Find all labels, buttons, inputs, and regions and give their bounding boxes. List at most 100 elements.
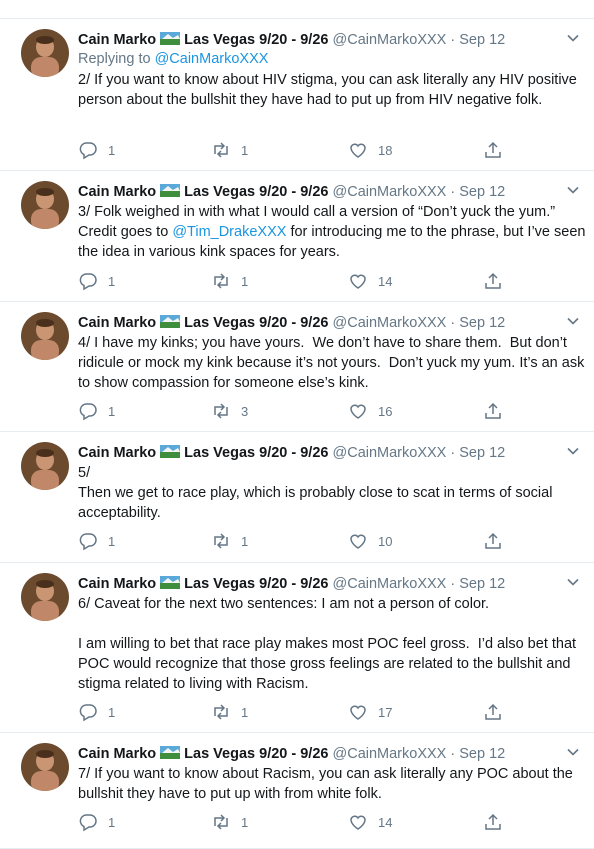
like-count: 14 — [378, 273, 393, 289]
reply-button[interactable]: 1 — [78, 812, 115, 832]
display-name[interactable]: Cain Marko — [78, 445, 156, 461]
tweet-actions: 1 1 14 — [78, 812, 508, 834]
tweet-text: 4/ I have my kinks; you have yours. We d… — [78, 335, 589, 391]
share-icon — [485, 272, 501, 289]
user-handle[interactable]: @CainMarkoXXX — [333, 184, 447, 200]
tweet-4[interactable]: Cain Marko Las Vegas 9/20 - 9/26 @CainMar… — [0, 302, 594, 432]
tweet-date[interactable]: Sep 12 — [459, 32, 505, 48]
chevron-down-icon[interactable] — [566, 183, 580, 197]
reply-button[interactable]: 1 — [78, 702, 115, 722]
like-count: 17 — [378, 704, 393, 720]
retweet-icon — [214, 704, 228, 720]
share-button[interactable] — [483, 401, 503, 421]
chevron-down-icon[interactable] — [566, 444, 580, 458]
tweet-header: Cain Marko Las Vegas 9/20 - 9/26 @CainMar… — [78, 575, 580, 593]
tweet-header: Cain Marko Las Vegas 9/20 - 9/26 @CainMar… — [78, 31, 580, 49]
tweet-text: 7/ If you want to know about Racism, you… — [78, 766, 577, 802]
retweet-button[interactable]: 1 — [211, 702, 248, 722]
separator-dot: · — [450, 746, 456, 762]
display-name[interactable]: Cain Marko — [78, 576, 156, 592]
like-count: 18 — [378, 142, 393, 158]
display-name[interactable]: Cain Marko — [78, 32, 156, 48]
chevron-down-icon[interactable] — [566, 31, 580, 45]
tweet-date[interactable]: Sep 12 — [459, 184, 505, 200]
heart-icon — [350, 404, 366, 419]
tweet-2[interactable]: Cain Marko Las Vegas 9/20 - 9/26 @CainMar… — [0, 19, 594, 171]
tweet-content: Cain Marko Las Vegas 9/20 - 9/26 @CainMar… — [78, 314, 584, 393]
tweet-7[interactable]: Cain Marko Las Vegas 9/20 - 9/26 @CainMar… — [0, 733, 594, 849]
reply-button[interactable]: 1 — [78, 531, 115, 551]
share-icon — [485, 703, 501, 720]
tweet-date[interactable]: Sep 12 — [459, 746, 505, 762]
flag-icon — [160, 445, 181, 458]
replying-to-label: Replying to — [78, 51, 155, 67]
user-handle[interactable]: @CainMarkoXXX — [333, 445, 447, 461]
display-name[interactable]: Cain Marko — [78, 315, 156, 331]
chevron-down-icon[interactable] — [566, 575, 580, 589]
reply-button[interactable]: 1 — [78, 140, 115, 160]
heart-icon — [350, 534, 366, 549]
share-button[interactable] — [483, 702, 503, 722]
tweet-header: Cain Marko Las Vegas 9/20 - 9/26 @CainMar… — [78, 183, 580, 201]
share-button[interactable] — [483, 812, 503, 832]
avatar[interactable] — [21, 573, 69, 621]
tweet-date[interactable]: Sep 12 — [459, 576, 505, 592]
timeline: Cain Marko Las Vegas 9/20 - 9/26 @CainMar… — [0, 0, 594, 849]
reply-mention-link[interactable]: @CainMarkoXXX — [155, 51, 269, 67]
tweet-date[interactable]: Sep 12 — [459, 315, 505, 331]
like-button[interactable]: 17 — [348, 702, 392, 722]
like-button[interactable]: 16 — [348, 401, 392, 421]
chevron-down-icon[interactable] — [566, 745, 580, 759]
avatar[interactable] — [21, 29, 69, 77]
tweet-5[interactable]: Cain Marko Las Vegas 9/20 - 9/26 @CainMar… — [0, 432, 594, 563]
mention-link[interactable]: @Tim_DrakeXXX — [172, 224, 286, 240]
display-name[interactable]: Cain Marko — [78, 184, 156, 200]
avatar[interactable] — [21, 743, 69, 791]
display-name[interactable]: Cain Marko — [78, 746, 156, 762]
user-handle[interactable]: @CainMarkoXXX — [333, 32, 447, 48]
user-handle[interactable]: @CainMarkoXXX — [333, 315, 447, 331]
flag-icon — [160, 32, 181, 45]
share-icon — [485, 141, 501, 158]
reply-count: 1 — [108, 533, 116, 549]
like-button[interactable]: 14 — [348, 271, 392, 291]
location-name: Las Vegas 9/20 - 9/26 — [184, 315, 329, 331]
retweet-button[interactable]: 3 — [211, 401, 248, 421]
share-button[interactable] — [483, 531, 503, 551]
avatar[interactable] — [21, 181, 69, 229]
retweet-button[interactable]: 1 — [211, 271, 248, 291]
separator-dot: · — [450, 184, 456, 200]
tweet-date[interactable]: Sep 12 — [459, 445, 505, 461]
retweet-button[interactable]: 1 — [211, 140, 248, 160]
share-button[interactable] — [483, 271, 503, 291]
flag-icon — [160, 746, 181, 759]
reply-count: 1 — [108, 704, 116, 720]
tweet-header: Cain Marko Las Vegas 9/20 - 9/26 @CainMar… — [78, 444, 580, 462]
reply-button[interactable]: 1 — [78, 401, 115, 421]
heart-icon — [350, 274, 366, 289]
tweet-content: Cain Marko Las Vegas 9/20 - 9/26 @CainMar… — [78, 575, 580, 694]
like-button[interactable]: 14 — [348, 812, 392, 832]
retweet-button[interactable]: 1 — [211, 812, 248, 832]
like-button[interactable]: 10 — [348, 531, 392, 551]
retweet-icon — [214, 814, 228, 830]
share-button[interactable] — [483, 140, 503, 160]
user-handle[interactable]: @CainMarkoXXX — [333, 746, 447, 762]
avatar[interactable] — [21, 442, 69, 490]
tweet-6[interactable]: Cain Marko Las Vegas 9/20 - 9/26 @CainMar… — [0, 563, 594, 733]
like-button[interactable]: 18 — [348, 140, 392, 160]
like-count: 14 — [378, 814, 393, 830]
reply-count: 1 — [108, 273, 116, 289]
location-name: Las Vegas 9/20 - 9/26 — [184, 184, 329, 200]
share-icon — [485, 532, 501, 549]
retweet-button[interactable]: 1 — [211, 531, 248, 551]
chevron-down-icon[interactable] — [566, 314, 580, 328]
reply-button[interactable]: 1 — [78, 271, 115, 291]
tweet-actions: 1 1 17 — [78, 702, 508, 724]
heart-icon — [350, 705, 366, 720]
user-handle[interactable]: @CainMarkoXXX — [333, 576, 447, 592]
like-count: 16 — [378, 403, 393, 419]
avatar[interactable] — [21, 312, 69, 360]
flag-icon — [160, 576, 181, 589]
tweet-3[interactable]: Cain Marko Las Vegas 9/20 - 9/26 @CainMar… — [0, 171, 594, 302]
